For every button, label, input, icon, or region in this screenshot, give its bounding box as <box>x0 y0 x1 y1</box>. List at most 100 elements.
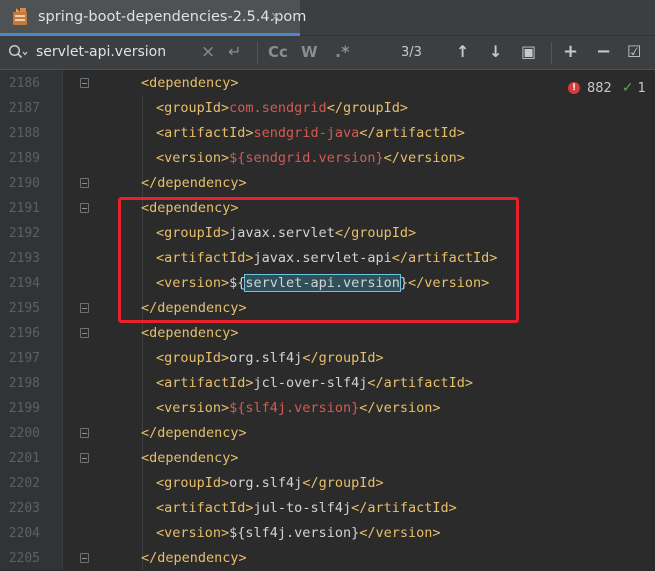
code-token: <artifactId> <box>156 125 254 141</box>
code-text: <dependency> <box>141 71 239 96</box>
search-icon[interactable] <box>8 44 28 60</box>
code-line[interactable]: 2188 <artifactId>sendgrid-java</artifactI… <box>0 121 655 146</box>
line-number: 2199 <box>8 401 40 416</box>
line-number: 2197 <box>8 351 40 366</box>
code-line[interactable]: 2187 <groupId>com.sendgrid</groupId> <box>0 96 655 121</box>
code-token: jul-to-slf4j <box>253 500 352 516</box>
code-token: <groupId> <box>156 475 230 491</box>
code-token: <groupId> <box>156 350 230 366</box>
code-line[interactable]: 2205 </dependency> <box>0 546 655 571</box>
code-token: <dependency> <box>141 450 239 466</box>
line-number: 2190 <box>8 176 40 191</box>
line-number: 2191 <box>8 201 40 216</box>
code-token: </version> <box>359 525 441 541</box>
select-all-occurrences-button[interactable]: ☑ <box>627 43 641 61</box>
line-number: 2203 <box>8 501 40 516</box>
inspection-widget[interactable]: ! 882 ✓ 1 <box>568 80 646 96</box>
code-text: </dependency> <box>141 421 247 446</box>
code-text: <groupId>com.sendgrid</groupId> <box>156 96 408 121</box>
line-number: 2201 <box>8 451 40 466</box>
code-token: <artifactId> <box>156 375 254 391</box>
add-selection-button[interactable]: + <box>563 43 578 61</box>
tab-close-icon[interactable]: × <box>270 9 282 25</box>
code-token: <version> <box>156 150 230 166</box>
code-token: jcl-over-slf4j <box>253 375 368 391</box>
code-token: ${sendgrid.version} <box>229 150 384 166</box>
fold-marker-icon[interactable] <box>80 553 89 563</box>
previous-occurrence-button[interactable]: ↑ <box>456 43 469 61</box>
toolbar-separator <box>551 42 552 64</box>
tab-pom-file[interactable]: spring-boot-dependencies-2.5.4.pom × <box>0 0 306 36</box>
code-token: </groupId> <box>326 100 408 116</box>
code-token: org.slf4j <box>229 350 303 366</box>
tab-title: spring-boot-dependencies-2.5.4.pom <box>38 8 307 25</box>
code-token: <artifactId> <box>156 500 254 516</box>
line-number: 2205 <box>8 551 40 566</box>
code-text: <groupId>org.slf4j</groupId> <box>156 471 384 496</box>
line-number: 2202 <box>8 476 40 491</box>
search-input[interactable]: servlet-api.version <box>36 44 166 60</box>
code-line[interactable]: 2196 <dependency> <box>0 321 655 346</box>
code-line[interactable]: 2190 </dependency> <box>0 171 655 196</box>
code-token: org.slf4j <box>229 475 303 491</box>
code-token: com.sendgrid <box>229 100 327 116</box>
code-text: <groupId>org.slf4j</groupId> <box>156 346 384 371</box>
line-number: 2189 <box>8 151 40 166</box>
code-line[interactable]: 2200 </dependency> <box>0 421 655 446</box>
fold-marker-icon[interactable] <box>80 303 89 313</box>
code-token: <version> <box>156 400 230 416</box>
fold-marker-icon[interactable] <box>80 78 89 88</box>
weak-warning-icon: ✓ <box>621 80 634 96</box>
find-bar: servlet-api.version × ↵ Cc W .* 3/3 ↑ ↓ … <box>0 36 655 70</box>
fold-marker-icon[interactable] <box>80 428 89 438</box>
code-token: </artifactId> <box>359 125 465 141</box>
code-line[interactable]: 2202 <groupId>org.slf4j</groupId> <box>0 471 655 496</box>
code-token: </version> <box>359 400 441 416</box>
toolbar-separator <box>257 42 258 64</box>
match-case-button[interactable]: Cc <box>268 43 288 61</box>
code-line[interactable]: 2198 <artifactId>jcl-over-slf4j</artifact… <box>0 371 655 396</box>
code-token: </dependency> <box>141 175 247 191</box>
code-line[interactable]: 2201 <dependency> <box>0 446 655 471</box>
fold-marker-icon[interactable] <box>80 453 89 463</box>
fold-marker-icon[interactable] <box>80 203 89 213</box>
line-number: 2187 <box>8 101 40 116</box>
code-token: <groupId> <box>156 100 230 116</box>
regex-button[interactable]: .* <box>335 43 349 61</box>
line-number: 2195 <box>8 301 40 316</box>
code-line[interactable]: 2186 <dependency> <box>0 71 655 96</box>
next-occurrence-button[interactable]: ↓ <box>489 43 502 61</box>
line-number: 2192 <box>8 226 40 241</box>
code-line[interactable]: 2197 <groupId>org.slf4j</groupId> <box>0 346 655 371</box>
code-line[interactable]: 2204 <version>${slf4j.version}</version> <box>0 521 655 546</box>
code-token: <dependency> <box>141 75 239 91</box>
whole-words-button[interactable]: W <box>301 43 318 61</box>
line-number: 2193 <box>8 251 40 266</box>
clear-search-icon[interactable]: × <box>201 43 215 61</box>
error-count: 882 <box>587 80 612 96</box>
line-number: 2204 <box>8 526 40 541</box>
line-number: 2188 <box>8 126 40 141</box>
code-token: </artifactId> <box>367 375 474 391</box>
code-text: </dependency> <box>141 546 247 571</box>
match-count: 3/3 <box>401 45 422 60</box>
new-line-icon[interactable]: ↵ <box>228 43 241 61</box>
annotation-highlight-box <box>118 197 519 323</box>
code-line[interactable]: 2199 <version>${slf4j.version}</version> <box>0 396 655 421</box>
maven-pom-file-icon <box>10 7 32 27</box>
line-number: 2198 <box>8 376 40 391</box>
code-token: <version> <box>156 525 230 541</box>
filter-search-results-button[interactable]: ▣ <box>521 43 536 61</box>
code-token: </groupId> <box>302 475 384 491</box>
code-line[interactable]: 2203 <artifactId>jul-to-slf4j</artifactId… <box>0 496 655 521</box>
code-text: <artifactId>jcl-over-slf4j</artifactId> <box>156 371 473 396</box>
weak-warning-count: 1 <box>637 80 646 96</box>
line-number: 2186 <box>8 76 40 91</box>
remove-selection-button[interactable]: − <box>596 43 611 61</box>
line-number: 2200 <box>8 426 40 441</box>
fold-marker-icon[interactable] <box>80 328 89 338</box>
code-line[interactable]: 2189 <version>${sendgrid.version}</versio… <box>0 146 655 171</box>
fold-marker-icon[interactable] <box>80 178 89 188</box>
line-number: 2196 <box>8 326 40 341</box>
code-text: <artifactId>sendgrid-java</artifactId> <box>156 121 465 146</box>
